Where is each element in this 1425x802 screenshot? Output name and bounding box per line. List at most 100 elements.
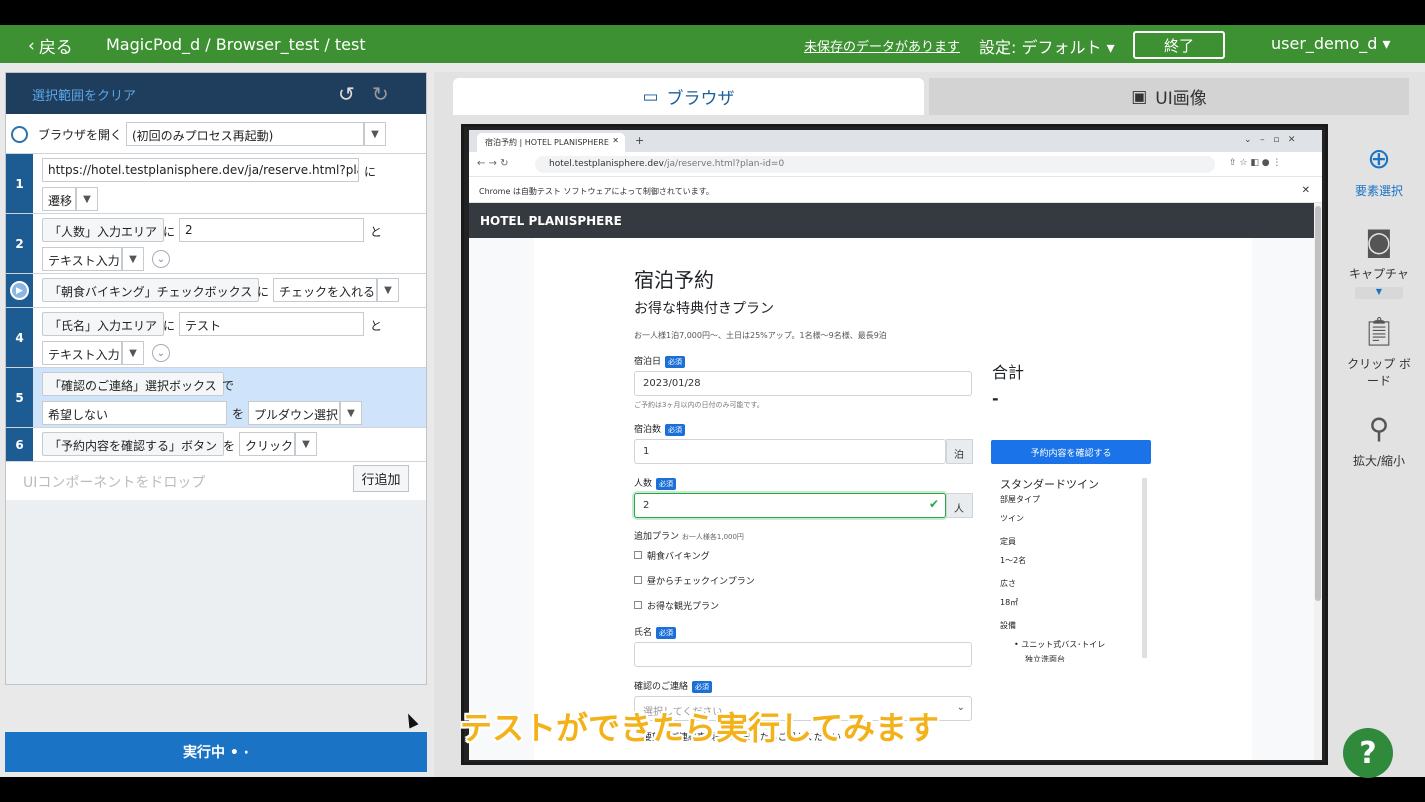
redo-icon[interactable]: ↻ [372,82,389,106]
chevron-down-icon[interactable]: ▼ [377,278,399,302]
chevron-down-icon[interactable]: ▼ [122,341,144,365]
scrollbar-thumb[interactable] [1315,206,1321,601]
add-row-button[interactable]: 行追加 [353,465,409,492]
early-checkin-checkbox[interactable] [634,576,642,584]
element-chip[interactable]: 「人数」入力エリア [42,218,165,242]
text-value-input[interactable]: 2 [179,218,364,242]
element-select-label: 要素選択 [1354,184,1403,198]
action-select[interactable]: クリック [239,432,295,456]
test-step-panel: 選択範囲をクリア ↺ ↻ ブラウザを開く (初回のみプロセス再起動) ▼ 1 h… [5,72,427,685]
expand-icon[interactable]: ⌄ [152,250,170,268]
expand-icon[interactable]: ⌄ [152,344,170,362]
option-value-input[interactable]: 希望しない [42,401,227,425]
unsaved-link[interactable]: 未保存のデータがあります [804,36,960,55]
breakpoint-circle-icon[interactable] [11,126,28,143]
required-badge: 必須 [665,355,686,368]
step-number: 1 [6,154,33,213]
drop-placeholder: UIコンポーネントをドロップ [23,475,206,491]
step-row-2[interactable]: 2 「人数」入力エリア に 2 と テキスト入力 ▼ ⌄ [6,214,426,274]
chrome-address-bar: ← → ↻ hotel.testplanisphere.dev/ja/reser… [469,152,1322,177]
date-input[interactable]: 2023/01/28 [634,371,972,396]
equipment-item-text: 独立洗面台 [1025,655,1065,662]
url-field[interactable]: hotel.testplanisphere.dev/ja/reserve.htm… [535,156,1215,173]
undo-icon[interactable]: ↺ [338,82,355,106]
magnifier-icon: ⚲ [1368,412,1390,445]
window-controls[interactable]: ⌄ – ▫ ✕ [1244,135,1295,145]
sightseeing-checkbox[interactable] [634,601,642,609]
step-row-5[interactable]: 5 「確認のご連絡」選択ボックス で 希望しない を プルダウン選択 ▼ [6,368,426,428]
new-tab-icon[interactable]: + [635,134,644,147]
step-row-3[interactable]: ▶ 「朝食バイキング」チェックボックス に チェックを入れる ▼ [6,274,426,308]
total-value: - [992,389,999,408]
required-badge: 必須 [656,626,677,639]
tab-browser[interactable]: ▭ ブラウザ [453,78,924,115]
chrome-tab[interactable]: 宿泊予約 | HOTEL PLANISPHERE ✕ [477,133,625,152]
clear-selection-link[interactable]: 選択範囲をクリア [32,85,136,104]
size-value: 18㎡ [1000,598,1019,607]
close-icon[interactable]: ✕ [612,136,619,145]
people-input[interactable]: 2 ✔ [634,493,946,518]
capacity-value: 1〜2名 [1000,556,1027,565]
url-host: hotel.testplanisphere.dev [549,159,664,169]
site-brand[interactable]: HOTEL PLANISPHERE [480,214,622,228]
action-select[interactable]: 遷移 [42,187,76,211]
user-menu[interactable]: user_demo_d ▾ [1271,34,1391,53]
chevron-down-icon[interactable]: ▼ [295,432,317,456]
nav-back-forward-reload-icons[interactable]: ← → ↻ [477,158,509,169]
tab-ui-image[interactable]: ▣ UI画像 [929,78,1409,115]
chevron-down-icon[interactable]: ▼ [364,122,386,146]
close-icon[interactable]: ✕ [1302,185,1310,196]
breakfast-checkbox[interactable] [634,551,642,559]
element-chip[interactable]: 「朝食バイキング」チェックボックス [42,278,260,302]
page-scrollbar[interactable] [1314,203,1322,760]
drop-zone[interactable]: UIコンポーネントをドロップ 行追加 [6,462,426,500]
addon-note: お一人様各1,000円 [681,533,744,541]
step-row-1[interactable]: 1 https://hotel.testplanisphere.dev/ja/r… [6,154,426,214]
room-scrollbar[interactable] [1142,478,1147,658]
tab-browser-label: ブラウザ [666,89,735,109]
chevron-down-icon[interactable]: ▼ [340,401,362,425]
clipboard-tool[interactable]: 📋︎ クリップ ボード [1344,315,1414,389]
browser-toolbar-icons[interactable]: ⇧ ☆ ◧ ● ⋮ [1229,158,1281,168]
room-info-frame[interactable]: スタンダードツイン 部屋タイプ ツイン 定員 1〜2名 広さ 18㎡ 設備 • … [992,476,1148,662]
back-button[interactable]: ‹ 戻る [28,33,73,59]
confirm-reservation-button[interactable]: 予約内容を確認する [991,440,1151,464]
capture-options-toggle[interactable]: ▼ [1355,287,1403,299]
setting-dropdown[interactable]: 設定: デフォルト ▾ [979,34,1115,58]
end-button[interactable]: 終了 [1133,31,1225,59]
chrome-tab-title: 宿泊予約 | HOTEL PLANISPHERE [485,138,609,147]
name-label: 氏名 必須 [634,625,677,639]
required-badge: 必須 [665,423,686,436]
element-chip[interactable]: 「氏名」入力エリア [42,312,165,336]
run-button[interactable]: 実行中 • · [5,732,427,772]
action-select[interactable]: テキスト入力 [42,341,122,365]
chevron-down-icon[interactable]: ▼ [122,247,144,271]
step-particle: と [370,319,383,333]
zoom-tool[interactable]: ⚲ 拡大/縮小 [1344,412,1414,469]
contact-label: 確認のご連絡 必須 [634,679,713,693]
size-label: 広さ [1000,579,1016,588]
chevron-down-icon[interactable]: ▼ [76,187,98,211]
capture-tool[interactable]: ◙ キャプチャ ▼ [1344,225,1414,299]
total-label: 合計 [992,363,1025,382]
text-value-input[interactable]: テスト [179,312,364,336]
nights-unit: 泊 [946,439,973,464]
element-chip[interactable]: 「確認のご連絡」選択ボックス [42,372,224,396]
step-row-4[interactable]: 4 「氏名」入力エリア に テスト と テキスト入力 ▼ ⌄ [6,308,426,368]
action-select[interactable]: プルダウン選択 [248,401,340,425]
url-path: /ja/reserve.html?plan-id=0 [663,159,785,169]
step-particle: に [364,165,377,179]
step-option-select[interactable]: (初回のみプロセス再起動) [126,122,364,146]
element-chip[interactable]: 「予約内容を確認する」ボタン [42,432,225,456]
action-select[interactable]: テキスト入力 [42,247,122,271]
name-input[interactable] [634,642,972,667]
step-row-open-browser[interactable]: ブラウザを開く (初回のみプロセス再起動) ▼ [6,114,426,154]
help-button[interactable]: ? [1343,728,1393,778]
url-input[interactable]: https://hotel.testplanisphere.dev/ja/res… [42,158,359,182]
equipment-label: 設備 [1000,621,1016,630]
nights-input[interactable]: 1 [634,439,946,464]
chrome-window: 宿泊予約 | HOTEL PLANISPHERE ✕ + ⌄ – ▫ ✕ ← →… [469,130,1322,760]
action-select[interactable]: チェックを入れる [273,278,377,302]
element-select-tool[interactable]: ⊕ 要素選択 [1344,142,1414,199]
step-row-6[interactable]: 6 「予約内容を確認する」ボタン を クリック ▼ [6,428,426,462]
